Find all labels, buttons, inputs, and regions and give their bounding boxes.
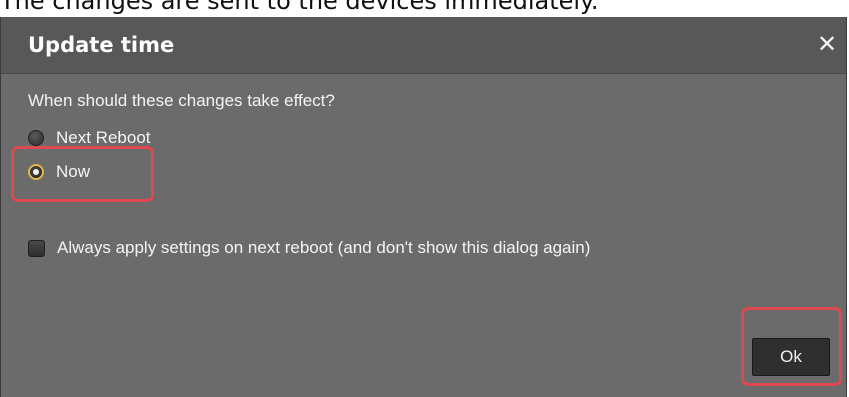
option-now[interactable]: Now	[28, 160, 90, 184]
document-intro-text: The changes are sent to the devices imme…	[0, 0, 599, 15]
page: The changes are sent to the devices imme…	[0, 0, 849, 397]
dialog-titlebar: Update time ✕	[1, 17, 846, 74]
question-text: When should these changes take effect?	[28, 91, 335, 110]
now-radio[interactable]	[28, 164, 44, 180]
next-reboot-radio[interactable]	[28, 130, 44, 146]
update-time-dialog: Update time ✕ When should these changes …	[0, 17, 847, 397]
always-apply-checkbox[interactable]	[28, 239, 45, 257]
always-apply-label: Always apply settings on next reboot (an…	[57, 238, 591, 257]
always-apply-checkbox-row[interactable]: Always apply settings on next reboot (an…	[28, 236, 590, 260]
now-label: Now	[56, 162, 91, 181]
dialog-title: Update time	[28, 33, 175, 57]
close-icon[interactable]: ✕	[816, 31, 838, 57]
next-reboot-label: Next Reboot	[56, 128, 151, 147]
ok-button[interactable]: Ok	[752, 338, 830, 376]
option-next-reboot[interactable]: Next Reboot	[28, 126, 151, 150]
